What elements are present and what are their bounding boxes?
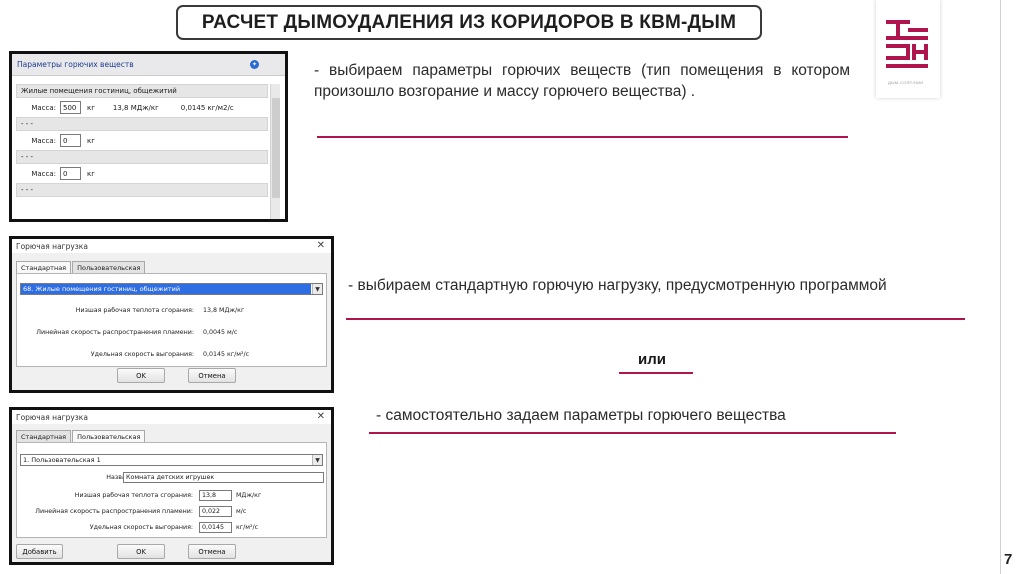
- dash-text: - - -: [21, 186, 34, 194]
- substance-row-title[interactable]: Жилые помещения гостиниц, общежитий: [16, 84, 268, 98]
- tab-custom[interactable]: Пользовательская: [72, 430, 146, 442]
- page-number: 7: [1004, 551, 1013, 568]
- vertical-scrollbar[interactable]: [270, 84, 280, 219]
- panel-header-title: Параметры горючих веществ: [17, 60, 134, 69]
- mass-input[interactable]: 0: [60, 134, 81, 147]
- heat-input[interactable]: 13,8: [199, 490, 232, 501]
- mass-row: Масса: 0 кг: [16, 164, 268, 183]
- bullet-2-underline: [346, 318, 965, 320]
- mass-input[interactable]: 500: [60, 101, 81, 114]
- close-icon[interactable]: ✕: [317, 411, 325, 422]
- substance-list: Жилые помещения гостиниц, общежитий Масс…: [16, 84, 268, 197]
- name-input[interactable]: Комната детских игрушек: [123, 472, 324, 483]
- heat-value: 13,8 МДж/кг: [203, 307, 245, 314]
- right-divider: [1000, 0, 1001, 574]
- company-logo: ДЫМ-СОФТ/НИИ: [876, 0, 940, 98]
- mass-label: Масса:: [31, 169, 56, 178]
- flame-label: Линейная скорость распространения пламен…: [36, 329, 194, 336]
- dialog-title: Горючая нагрузка: [16, 412, 88, 422]
- burn-input[interactable]: 0,0145: [199, 522, 232, 533]
- heat-unit: МДж/кг: [236, 492, 262, 499]
- mass-label: Масса:: [31, 136, 56, 145]
- logo-caption: ДЫМ-СОФТ/НИИ: [888, 80, 924, 85]
- bullet-2: - выбираем стандартную горючую нагрузку,…: [348, 277, 887, 294]
- burn-label: Удельная скорость выгорания:: [89, 524, 193, 531]
- dialog-title: Горючая нагрузка: [16, 241, 88, 251]
- dialog-tabs: Стандартная Пользовательская: [16, 261, 146, 273]
- mass-row: Масса: 500 кг 13,8 МДж/кг 0,0145 кг/м2/с: [16, 98, 268, 117]
- dash-text: - - -: [21, 120, 34, 128]
- or-label: или: [638, 351, 666, 368]
- load-select[interactable]: 68. Жилые помещения гостиниц, общежитий …: [20, 283, 323, 295]
- mass-input[interactable]: 0: [60, 167, 81, 180]
- substance-row-empty[interactable]: - - -: [16, 183, 268, 197]
- scrollbar-thumb[interactable]: [272, 98, 280, 198]
- dialog-title-bar: Горючая нагрузка: [12, 410, 331, 424]
- bullet-3: - самостоятельно задаем параметры горюче…: [376, 407, 786, 424]
- burn-label: Удельная скорость выгорания:: [90, 351, 194, 358]
- heat-value: 13,8 МДж/кг: [112, 103, 159, 112]
- dialog-tabs: Стандартная Пользовательская: [16, 430, 146, 442]
- custom-load-dialog: Горючая нагрузка ✕ Стандартная Пользоват…: [9, 407, 334, 565]
- name-label: Название:: [17, 474, 140, 481]
- burn-unit: кг/м²/с: [236, 524, 259, 531]
- flame-label: Линейная скорость распространения пламен…: [35, 508, 193, 515]
- tab-standard[interactable]: Стандартная: [16, 430, 72, 442]
- burn-value: 0,0145 кг/м2/с: [180, 103, 234, 112]
- chevron-down-icon[interactable]: ▼: [312, 284, 322, 294]
- close-icon[interactable]: ✕: [317, 240, 325, 251]
- tab-custom[interactable]: Пользовательская: [72, 261, 146, 273]
- standard-load-dialog: Горючая нагрузка ✕ Стандартная Пользоват…: [9, 236, 334, 393]
- dash-text: - - -: [21, 153, 34, 161]
- dialog-title-bar: Горючая нагрузка: [12, 239, 331, 253]
- heat-label: Низшая рабочая теплота сгорания:: [75, 307, 194, 314]
- load-select-value: 68. Жилые помещения гостиниц, общежитий: [21, 284, 311, 294]
- load-select-value: 1. Пользовательская 1: [23, 456, 101, 464]
- bullet-1: - выбираем параметры горючих веществ (ти…: [314, 62, 850, 100]
- cancel-button[interactable]: Отмена: [188, 368, 236, 383]
- info-icon[interactable]: ✦: [250, 60, 259, 69]
- ok-button[interactable]: OK: [117, 544, 165, 559]
- mass-unit: кг: [87, 169, 95, 178]
- combustible-params-screenshot: Параметры горючих веществ ✦ Жилые помеще…: [9, 51, 288, 222]
- cancel-button[interactable]: Отмена: [188, 544, 236, 559]
- add-button[interactable]: Добавить: [16, 544, 63, 559]
- burn-value: 0,0145 кг/м²/с: [203, 351, 250, 358]
- chevron-down-icon[interactable]: ▼: [312, 455, 322, 465]
- mass-label: Масса:: [31, 103, 56, 112]
- logo-mark-icon: [886, 20, 928, 68]
- slide-title-box: РАСЧЕТ ДЫМОУДАЛЕНИЯ ИЗ КОРИДОРОВ В КВМ-Д…: [176, 5, 762, 40]
- tab-standard[interactable]: Стандартная: [16, 261, 72, 273]
- substance-row-empty[interactable]: - - -: [16, 150, 268, 164]
- mass-unit: кг: [87, 136, 95, 145]
- bullet-1-underline: [317, 136, 848, 138]
- heat-label: Низшая рабочая теплота сгорания:: [74, 492, 193, 499]
- or-underline: [619, 372, 693, 374]
- substance-row-empty[interactable]: - - -: [16, 117, 268, 131]
- load-select[interactable]: 1. Пользовательская 1 ▼: [20, 454, 323, 466]
- tab-panel: 68. Жилые помещения гостиниц, общежитий …: [16, 273, 327, 367]
- slide-title: РАСЧЕТ ДЫМОУДАЛЕНИЯ ИЗ КОРИДОРОВ В КВМ-Д…: [201, 11, 737, 33]
- mass-unit: кг: [87, 103, 95, 112]
- tab-panel: 1. Пользовательская 1 ▼ Название: Комнат…: [16, 442, 327, 538]
- flame-input[interactable]: 0,022: [199, 506, 232, 517]
- panel-header: Параметры горючих веществ ✦: [12, 54, 285, 76]
- ok-button[interactable]: OK: [117, 368, 165, 383]
- mass-row: Масса: 0 кг: [16, 131, 268, 150]
- substance-row-title-text: Жилые помещения гостиниц, общежитий: [21, 87, 177, 95]
- flame-unit: м/с: [236, 508, 247, 515]
- flame-value: 0,0045 м/с: [203, 329, 238, 336]
- bullet-3-underline: [369, 432, 896, 434]
